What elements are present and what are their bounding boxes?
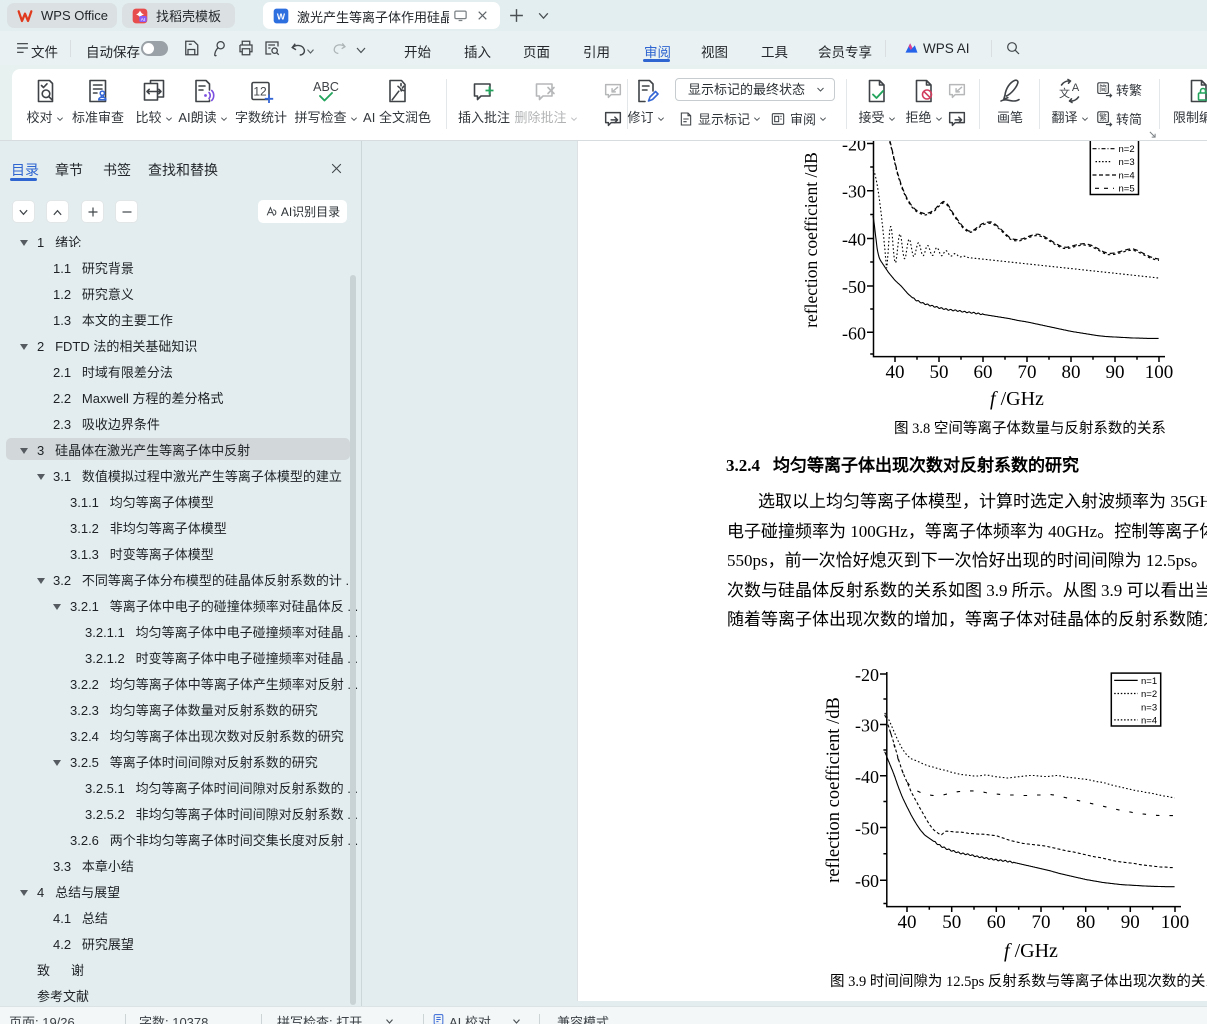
svg-text:A: A	[1072, 82, 1080, 94]
svg-text:50: 50	[930, 362, 949, 383]
svg-text:n=3: n=3	[1141, 702, 1157, 713]
svg-text:40: 40	[886, 362, 905, 383]
svg-text:n=4: n=4	[1141, 716, 1157, 727]
svg-text:50: 50	[942, 912, 961, 933]
svg-text:文: 文	[1059, 86, 1070, 100]
svg-text:80: 80	[1076, 912, 1095, 933]
svg-text:AI: AI	[141, 16, 145, 21]
svg-text:-20: -20	[855, 665, 879, 685]
svg-text:70: 70	[1032, 912, 1051, 933]
svg-text:f /GHz: f /GHz	[1004, 940, 1058, 962]
svg-text:reflection coefficient /dB: reflection coefficient /dB	[824, 697, 844, 883]
svg-text:f /GHz: f /GHz	[990, 388, 1044, 410]
svg-text:100: 100	[1145, 362, 1174, 383]
svg-text:60: 60	[974, 362, 993, 383]
svg-text:40: 40	[898, 912, 917, 933]
svg-text:n=3: n=3	[1119, 157, 1135, 168]
svg-text:简: 简	[1099, 83, 1107, 93]
svg-text:n=4: n=4	[1119, 170, 1135, 181]
svg-text:60: 60	[987, 912, 1006, 933]
svg-text:90: 90	[1106, 362, 1125, 383]
svg-text:n=2: n=2	[1141, 689, 1157, 700]
svg-text:reflection coefficient /dB: reflection coefficient /dB	[801, 152, 821, 328]
svg-text:80: 80	[1062, 362, 1081, 383]
svg-text:-50: -50	[855, 819, 879, 839]
svg-text:-30: -30	[855, 716, 879, 736]
svg-text:100: 100	[1161, 912, 1190, 933]
svg-text:-30: -30	[842, 182, 866, 202]
svg-text:90: 90	[1121, 912, 1140, 933]
svg-text:-20: -20	[842, 141, 866, 155]
svg-text:-40: -40	[855, 767, 879, 787]
svg-text:W: W	[277, 11, 286, 21]
svg-text:70: 70	[1018, 362, 1037, 383]
svg-text:n=1: n=1	[1141, 676, 1157, 687]
svg-text:繁: 繁	[1099, 112, 1107, 122]
svg-text:-40: -40	[842, 230, 866, 250]
svg-text:-50: -50	[842, 277, 866, 297]
svg-text:n=2: n=2	[1119, 144, 1135, 155]
svg-text:-60: -60	[842, 323, 866, 343]
svg-text:n=5: n=5	[1119, 184, 1135, 195]
svg-text:-60: -60	[855, 871, 879, 891]
